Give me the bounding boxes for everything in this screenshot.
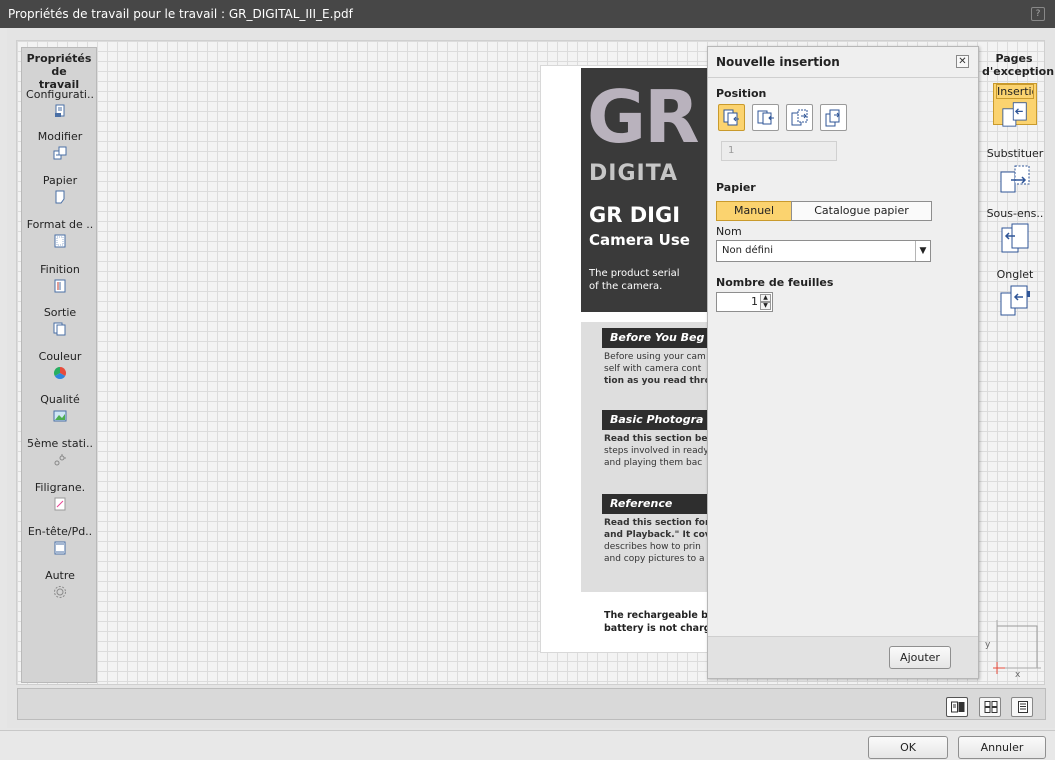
chevron-down-icon[interactable]: ▼ <box>915 241 930 261</box>
header-footer-icon <box>54 541 66 555</box>
preview-footer-text: The rechargeable bat battery is not char… <box>604 610 710 634</box>
paper-section-label: Papier <box>716 181 756 194</box>
close-icon[interactable]: ✕ <box>956 55 969 68</box>
subset-icon <box>1001 223 1029 253</box>
view-toolbar <box>17 688 1046 720</box>
output-icon <box>53 322 66 336</box>
list-view-icon <box>1018 701 1028 713</box>
name-label: Nom <box>716 225 742 238</box>
configuration-icon <box>55 104 65 117</box>
window-title: Propriétés de travail pour le travail : … <box>8 7 353 21</box>
sidebar-item-fifth-station[interactable]: 5ème stati.. <box>22 437 98 467</box>
edit-icon <box>53 146 67 160</box>
sidebar-item-format[interactable]: Format de .. <box>22 218 98 248</box>
preview-text-basic: Read this section before u steps involve… <box>604 434 710 468</box>
position-after-last-button[interactable] <box>820 104 847 131</box>
axis-x-label: x <box>1015 670 1021 680</box>
exception-insertion[interactable]: Insertion <box>984 83 1046 127</box>
dialog-title: Nouvelle insertion <box>716 55 840 69</box>
quality-icon <box>53 410 67 422</box>
insert-before-page-icon <box>757 110 774 125</box>
preview-digital-text: DIGITA <box>589 161 679 186</box>
preview-text-reference: Read this section for info and Playback.… <box>604 518 710 564</box>
sidebar-item-header-footer[interactable]: En-tête/Pd.. <box>22 525 98 555</box>
position-before-first-button[interactable] <box>718 104 745 131</box>
preview-band-basic: Basic Photogra <box>602 410 709 430</box>
fifth-station-icon <box>54 454 66 466</box>
insert-after-page-icon <box>791 109 808 126</box>
position-before-page-button[interactable] <box>752 104 779 131</box>
ok-button[interactable]: OK <box>868 736 948 759</box>
preview-text-before: Before using your cam self with camera c… <box>604 352 709 386</box>
tab-paper-catalog[interactable]: Catalogue papier <box>791 201 932 221</box>
paper-name-select[interactable]: Non défini ▼ <box>716 240 931 262</box>
insertion-icon <box>1002 102 1027 127</box>
exception-subset[interactable]: Sous-ens.. <box>984 207 1046 258</box>
job-properties-title: Propriétés de travail <box>26 52 92 91</box>
sidebar-item-finishing[interactable]: Finition <box>22 263 98 293</box>
insert-before-first-icon <box>723 109 739 126</box>
stepper-up-icon[interactable]: ▲ <box>760 294 771 302</box>
book-view-icon <box>951 701 965 713</box>
substitute-icon <box>1000 165 1030 193</box>
sidebar-item-output[interactable]: Sortie <box>22 306 98 336</box>
preview-heading: GR DIGI <box>589 203 681 227</box>
tab-manual[interactable]: Manuel <box>716 201 792 221</box>
exception-substitute[interactable]: Substituer <box>984 147 1046 198</box>
book-view-button[interactable] <box>946 697 968 717</box>
sidebar-item-edit[interactable]: Modifier <box>22 130 98 160</box>
sidebar-item-quality[interactable]: Qualité <box>22 393 98 423</box>
preview-gr-logo: GR <box>587 75 700 159</box>
sidebar-item-color[interactable]: Couleur <box>22 350 98 380</box>
gear-icon <box>54 586 66 598</box>
sidebar-item-configuration[interactable]: Configurati.. <box>22 88 98 118</box>
axis-y-label: y <box>985 640 991 650</box>
preview-band-reference: Reference <box>602 494 709 514</box>
paper-icon <box>55 190 65 204</box>
finishing-icon <box>54 279 66 293</box>
tab-icon <box>1000 285 1030 316</box>
new-insertion-dialog: Nouvelle insertion ✕ Position 1 Papier M… <box>707 46 979 679</box>
stepper-down-icon[interactable]: ▼ <box>760 302 771 310</box>
sidebar-item-paper[interactable]: Papier <box>22 174 98 204</box>
position-label: Position <box>716 87 767 100</box>
page-preview[interactable]: GR DIGITA GR DIGI Camera Use The product… <box>540 65 710 653</box>
dialog-divider <box>708 77 978 78</box>
position-after-page-button[interactable] <box>786 104 813 131</box>
insert-after-last-icon <box>825 109 840 127</box>
cancel-button[interactable]: Annuler <box>958 736 1046 759</box>
preview-product-text: The product serial of the camera. <box>589 268 680 292</box>
format-icon <box>54 234 66 248</box>
preview-subheading: Camera Use <box>589 231 690 249</box>
exception-tab[interactable]: Onglet <box>984 268 1046 319</box>
preview-band-before: Before You Beg <box>602 328 709 348</box>
job-properties-panel: Propriétés de travail Configurati.. Modi… <box>21 47 97 683</box>
window-titlebar: Propriétés de travail pour le travail : … <box>0 0 1055 28</box>
sheets-count-stepper[interactable]: 1 ▲ ▼ <box>716 292 773 312</box>
grid-view-icon <box>984 701 998 713</box>
list-view-button[interactable] <box>1011 697 1033 717</box>
sidebar-item-watermark[interactable]: Filigrane. <box>22 481 98 511</box>
color-icon <box>53 367 67 380</box>
sheets-count-label: Nombre de feuilles <box>716 276 834 289</box>
page-number-input[interactable]: 1 <box>721 141 837 161</box>
sidebar-item-other[interactable]: Autre <box>22 569 98 599</box>
dialog-button-bar: Ajouter <box>708 637 978 678</box>
add-button[interactable]: Ajouter <box>889 646 951 669</box>
exception-pages-title: Pages d'exception <box>982 52 1055 78</box>
page-orientation-axes <box>993 620 1041 674</box>
help-icon[interactable]: ? <box>1031 7 1045 21</box>
grid-view-button[interactable] <box>979 697 1001 717</box>
watermark-icon <box>54 497 66 511</box>
